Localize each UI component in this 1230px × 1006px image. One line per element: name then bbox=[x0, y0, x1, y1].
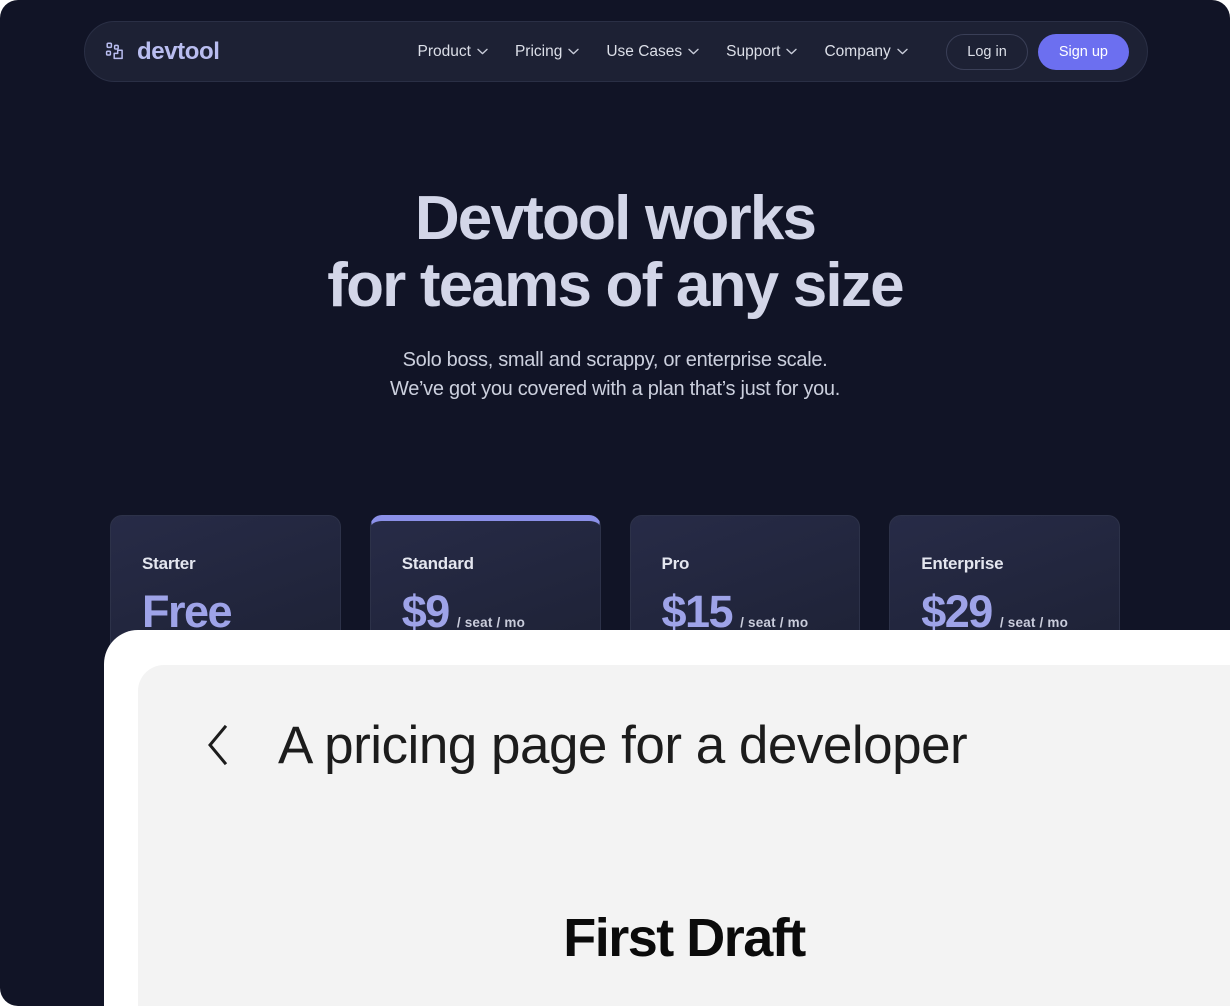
plan-price-row: $9 / seat / mo bbox=[402, 589, 600, 634]
plan-name: Pro bbox=[661, 554, 690, 573]
nav-item-label: Support bbox=[726, 42, 781, 60]
nav-links: Product Pricing Use Cases Support Compan… bbox=[418, 43, 908, 61]
brand-logo[interactable]: devtool bbox=[105, 38, 220, 66]
signup-button[interactable]: Sign up bbox=[1037, 33, 1129, 70]
chevron-down-icon bbox=[568, 48, 580, 55]
hero-title-line-1: Devtool works bbox=[414, 184, 817, 253]
back-button[interactable] bbox=[196, 723, 240, 767]
nav-item-label: Company bbox=[824, 42, 891, 60]
overlay-document-panel: A pricing page for a developer First Dra… bbox=[138, 665, 1230, 1006]
chevron-down-icon bbox=[897, 48, 908, 55]
chevron-down-icon bbox=[688, 48, 699, 55]
plan-unit: / seat / mo bbox=[740, 615, 809, 630]
plan-price-row: $29 / seat / mo bbox=[921, 589, 1119, 634]
page-title: Devtool works for teams of any size bbox=[0, 184, 1230, 320]
overlay-header: A pricing page for a developer bbox=[138, 665, 1230, 825]
chevron-left-icon bbox=[205, 723, 231, 767]
plan-name: Standard bbox=[401, 554, 474, 573]
overlay-title: A pricing page for a developer bbox=[278, 715, 968, 775]
plan-price-row: $15 / seat / mo bbox=[662, 589, 860, 634]
nav-item-company[interactable]: Company bbox=[824, 42, 908, 61]
hero-subtitle-line-1: Solo boss, small and scrappy, or enterpr… bbox=[402, 348, 828, 371]
chevron-down-icon bbox=[477, 48, 488, 55]
hero-section: Devtool works for teams of any size Solo… bbox=[0, 184, 1230, 405]
plan-name: Starter bbox=[142, 554, 196, 573]
screenshot-stage: devtool Product Pricing Use Cases Suppor… bbox=[0, 0, 1230, 1006]
nav-item-use-cases[interactable]: Use Cases bbox=[606, 43, 699, 61]
nav-item-pricing[interactable]: Pricing bbox=[514, 42, 580, 61]
hero-subtitle-line-2: We’ve got you covered with a plan that’s… bbox=[390, 378, 840, 401]
plan-price: $9 bbox=[401, 586, 451, 637]
plan-price: Free bbox=[142, 586, 233, 637]
nav-item-label: Pricing bbox=[514, 42, 563, 60]
plan-name: Enterprise bbox=[921, 554, 1004, 573]
plan-price: $29 bbox=[921, 586, 993, 637]
nav-item-product[interactable]: Product bbox=[418, 43, 488, 61]
hero-title-line-2: for teams of any size bbox=[327, 250, 904, 320]
hero-subtitle: Solo boss, small and scrappy, or enterpr… bbox=[0, 346, 1230, 405]
plan-unit: / seat / mo bbox=[999, 615, 1069, 630]
login-button[interactable]: Log in bbox=[946, 33, 1028, 70]
nav-item-label: Product bbox=[417, 42, 471, 60]
brand-name: devtool bbox=[137, 37, 220, 65]
draft-label: First Draft bbox=[563, 908, 806, 968]
nav-item-support[interactable]: Support bbox=[726, 42, 798, 61]
plan-price: $15 bbox=[661, 586, 734, 637]
blocks-stairs-icon bbox=[105, 41, 127, 63]
navbar: devtool Product Pricing Use Cases Suppor… bbox=[84, 21, 1148, 82]
nav-item-label: Use Cases bbox=[606, 42, 683, 60]
nav-actions: Log in Sign up bbox=[946, 33, 1129, 70]
chevron-down-icon bbox=[786, 48, 798, 55]
plan-unit: / seat / mo bbox=[456, 615, 526, 630]
plan-price-row: Free bbox=[142, 589, 340, 634]
